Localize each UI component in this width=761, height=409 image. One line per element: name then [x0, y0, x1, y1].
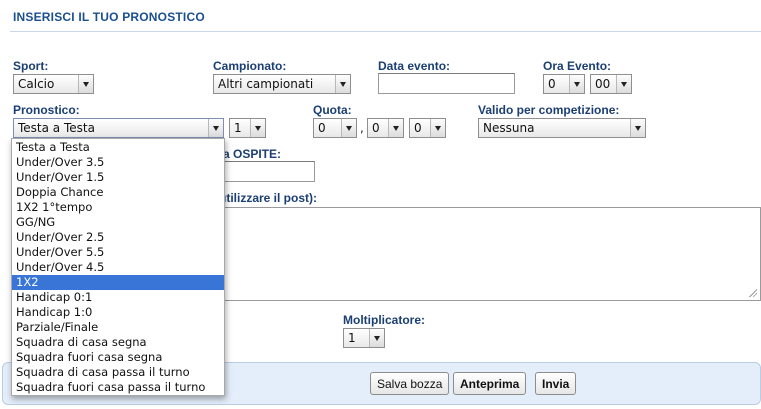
pronostico-dropdown-list: Testa a Testa Under/Over 3.5 Under/Over 1.… [11, 138, 225, 396]
resize-grip-icon[interactable] [748, 288, 757, 297]
dropdown-option[interactable]: Squadra fuori casa passa il turno [12, 380, 224, 395]
squadra-ospite-label: a OSPITE: [223, 147, 282, 161]
dropdown-option[interactable]: Squadra di casa segna [12, 335, 224, 350]
dropdown-option[interactable]: Handicap 1:0 [12, 305, 224, 320]
chevron-down-icon [616, 75, 631, 93]
dropdown-option[interactable]: 1X2 [12, 275, 224, 290]
chevron-down-icon [335, 75, 350, 93]
ora-minute-select[interactable]: 00 [590, 74, 632, 94]
ora-evento-label: Ora Evento: [543, 59, 612, 73]
dropdown-option[interactable]: Under/Over 5.5 [12, 245, 224, 260]
dropdown-option[interactable]: Testa a Testa [12, 140, 224, 155]
pronostico-select[interactable]: Testa a Testa [13, 118, 224, 138]
dropdown-option[interactable]: Doppia Chance [12, 185, 224, 200]
chevron-down-icon [341, 119, 356, 137]
chevron-down-icon [630, 119, 645, 137]
dropdown-option[interactable]: 1X2 1°tempo [12, 200, 224, 215]
sport-select-value: Calcio [18, 77, 55, 91]
page-title: INSERISCI IL TUO PRONOSTICO [13, 10, 205, 24]
moltiplicatore-value: 1 [348, 331, 356, 345]
moltiplicatore-select[interactable]: 1 [343, 328, 385, 348]
dropdown-option[interactable]: Squadra fuori casa segna [12, 350, 224, 365]
quota-decimal2-select[interactable]: 0 [409, 118, 446, 138]
sport-select[interactable]: Calcio [13, 74, 94, 94]
quota-label: Quota: [313, 103, 352, 117]
dropdown-option[interactable]: Under/Over 4.5 [12, 260, 224, 275]
pronostico-sub-select[interactable]: 1 [229, 118, 266, 138]
pronostico-select-value: Testa a Testa [18, 121, 95, 135]
quota-decimal1-value: 0 [372, 121, 380, 135]
chevron-down-icon [430, 119, 445, 137]
dropdown-option[interactable]: Parziale/Finale [12, 320, 224, 335]
data-evento-label: Data evento: [378, 59, 451, 73]
campionato-select[interactable]: Altri campionati [213, 74, 351, 94]
dropdown-option[interactable]: Under/Over 2.5 [12, 230, 224, 245]
campionato-label: Campionato: [213, 59, 287, 73]
ora-hour-value: 0 [548, 77, 556, 91]
quota-decimal2-value: 0 [414, 121, 422, 135]
chevron-down-icon [208, 119, 223, 137]
ora-hour-select[interactable]: 0 [543, 74, 585, 94]
dropdown-option[interactable]: Under/Over 1.5 [12, 170, 224, 185]
chevron-down-icon [569, 75, 584, 93]
valido-competizione-label: Valido per competizione: [478, 103, 620, 117]
chevron-down-icon [78, 75, 93, 93]
campionato-select-value: Altri campionati [218, 77, 314, 91]
chevron-down-icon [250, 119, 265, 137]
valido-competizione-select[interactable]: Nessuna [478, 118, 646, 138]
invia-button[interactable]: Invia [535, 372, 577, 395]
salva-bozza-button[interactable]: Salva bozza [370, 372, 450, 395]
moltiplicatore-label: Moltiplicatore: [343, 313, 426, 327]
quota-decimal-separator: , [360, 121, 364, 135]
data-evento-input[interactable] [378, 73, 515, 94]
quota-integer-select[interactable]: 0 [313, 118, 357, 138]
chevron-down-icon [369, 329, 384, 347]
squadra-ospite-input[interactable] [216, 161, 315, 182]
messaggio-textarea[interactable] [216, 207, 761, 301]
sport-label: Sport: [13, 59, 49, 73]
pronostico-label: Pronostico: [13, 103, 80, 117]
ora-minute-value: 00 [595, 77, 611, 91]
valido-competizione-value: Nessuna [483, 121, 535, 135]
dropdown-option[interactable]: Handicap 0:1 [12, 290, 224, 305]
title-divider [10, 31, 761, 32]
dropdown-option[interactable]: Under/Over 3.5 [12, 155, 224, 170]
dropdown-option[interactable]: Squadra di casa passa il turno [12, 365, 224, 380]
anteprima-button[interactable]: Anteprima [453, 372, 527, 395]
chevron-down-icon [388, 119, 403, 137]
quota-decimal1-select[interactable]: 0 [367, 118, 404, 138]
quota-integer-value: 0 [318, 121, 326, 135]
messaggio-label: utilizzare il post): [219, 191, 318, 205]
dropdown-option[interactable]: GG/NG [12, 215, 224, 230]
pronostico-sub-value: 1 [234, 121, 242, 135]
